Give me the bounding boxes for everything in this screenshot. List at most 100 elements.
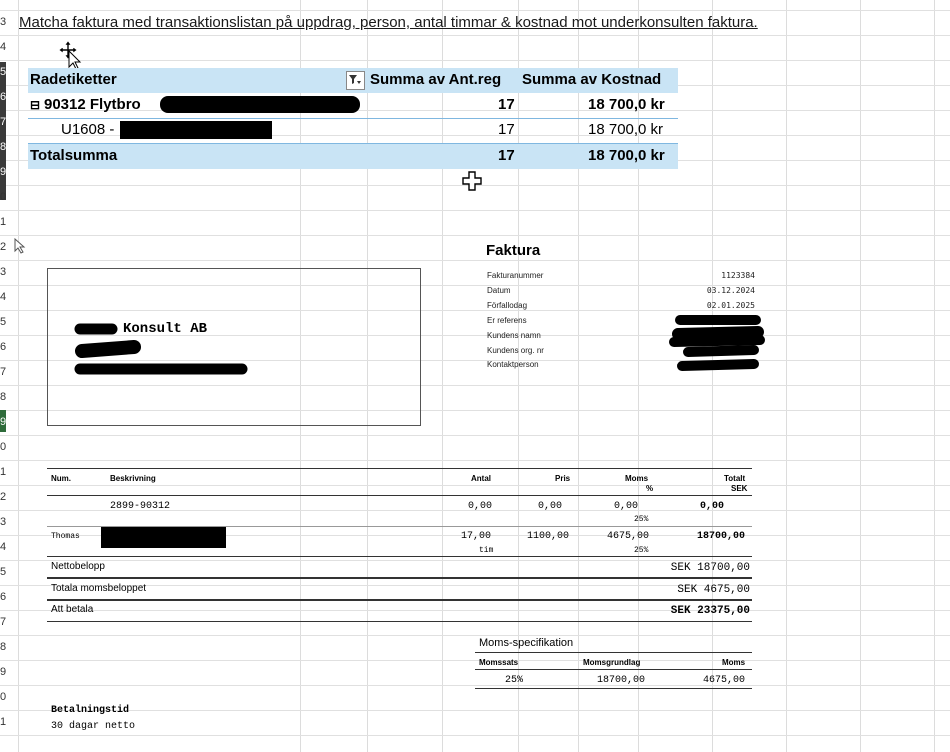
pivot-group-hours: 17: [498, 96, 515, 113]
row-number[interactable]: 1: [0, 710, 14, 735]
row-number[interactable]: 5: [0, 310, 14, 335]
table-rule: [47, 621, 752, 622]
row-number[interactable]: 0: [0, 685, 14, 710]
line-vat: 4675,00: [607, 531, 650, 542]
col-qty: Antal: [471, 474, 491, 483]
line-unit: tim: [479, 546, 494, 555]
row-number[interactable]: 8: [0, 385, 14, 410]
row-number[interactable]: 0: [0, 185, 14, 210]
filter-dropdown-icon[interactable]: [346, 71, 365, 90]
meta-label: Kontaktperson: [487, 360, 539, 369]
redaction: [669, 315, 765, 371]
row-number[interactable]: 6: [0, 335, 14, 360]
payment-terms: 30 dagar netto: [51, 721, 136, 732]
line-desc: 2899-90312: [110, 501, 171, 512]
pivot-total-hours: 17: [498, 147, 515, 164]
meta-label: Datum: [487, 286, 511, 295]
table-rule: [475, 652, 752, 653]
meta-value: 03.12.2024: [706, 286, 755, 295]
pivot-header-sum-cost[interactable]: Summa av Kostnad: [522, 71, 661, 88]
vat-spec-col-base: Momsgrundlag: [583, 658, 641, 667]
row-number[interactable]: 9: [0, 410, 14, 435]
row-number[interactable]: 2: [0, 485, 14, 510]
table-rule: [47, 556, 752, 557]
vat-spec-base: 18700,00: [597, 675, 646, 686]
line-price: 0,00: [538, 501, 563, 512]
pointer-cursor-icon: [14, 238, 26, 254]
col-total-currency: SEK: [731, 484, 748, 493]
meta-label: Förfallodag: [487, 301, 528, 310]
row-number[interactable]: 9: [0, 160, 14, 185]
redaction: [120, 121, 272, 139]
row-number[interactable]: 7: [0, 610, 14, 635]
row-number[interactable]: 6: [0, 585, 14, 610]
line-vat-rate: 25%: [634, 515, 649, 524]
vat-spec-rate: 25%: [505, 675, 524, 686]
meta-label: Kundens org. nr: [487, 346, 544, 355]
cell-select-cursor-icon: [462, 171, 482, 191]
row-number[interactable]: 4: [0, 535, 14, 560]
pivot-item-hours: 17: [498, 121, 515, 138]
row-number[interactable]: 8: [0, 635, 14, 660]
row-number[interactable]: 1: [0, 460, 14, 485]
pivot-header-row: Radetiketter Summa av Ant.reg Summa av K…: [28, 68, 678, 93]
address-box: Konsult AB: [47, 268, 421, 426]
summary-value: SEK 4675,00: [677, 584, 750, 596]
row-headers: 3 4 5 6 7 8 9 0 1 2 3 4 5 6 7 8 9 0 1 2 …: [0, 0, 14, 752]
row-number[interactable]: 6: [0, 85, 14, 110]
col-vat: Moms: [625, 474, 649, 483]
collapse-icon[interactable]: ⊟: [30, 98, 40, 112]
row-number[interactable]: 1: [0, 210, 14, 235]
col-total: Totalt: [724, 474, 746, 483]
row-number[interactable]: 0: [0, 435, 14, 460]
row-number[interactable]: 7: [0, 360, 14, 385]
line-qty: 0,00: [468, 501, 493, 512]
pivot-total-row[interactable]: Totalsumma 17 18 700,0 kr: [28, 143, 678, 169]
pivot-header-sum-hours[interactable]: Summa av Ant.reg: [370, 71, 501, 88]
row-number[interactable]: 5: [0, 560, 14, 585]
pivot-item-label: U1608 -: [61, 121, 115, 138]
pivot-item-row[interactable]: U1608 - 17 18 700,0 kr: [28, 118, 678, 143]
sender-name: Konsult AB: [123, 321, 208, 337]
row-number[interactable]: 8: [0, 135, 14, 160]
meta-label: Er referens: [487, 316, 527, 325]
col-num: Num.: [51, 474, 71, 483]
row-number[interactable]: 7: [0, 110, 14, 135]
row-number[interactable]: 5: [0, 60, 14, 85]
summary-total-value: SEK 23375,00: [670, 605, 750, 617]
sheet-heading[interactable]: Matcha faktura med transaktionslistan på…: [19, 14, 758, 31]
line-vat-rate: 25%: [634, 546, 649, 555]
summary-label: Att betala: [51, 604, 94, 615]
pivot-total-cost: 18 700,0 kr: [588, 147, 665, 164]
pivot-group-cost: 18 700,0 kr: [588, 96, 665, 113]
row-number[interactable]: 3: [0, 10, 14, 35]
table-rule: [47, 599, 752, 601]
table-rule: [47, 577, 752, 579]
vat-spec-title: Moms-specifikation: [479, 637, 574, 649]
invoice-title: Faktura: [486, 242, 541, 259]
row-number[interactable]: 2: [0, 235, 14, 260]
row-number[interactable]: 3: [0, 260, 14, 285]
row-number[interactable]: 3: [0, 510, 14, 535]
row-number[interactable]: 4: [0, 285, 14, 310]
line-total: 18700,00: [697, 531, 746, 542]
payment-title: Betalningstid: [51, 705, 130, 716]
vat-spec-col-rate: Momssats: [479, 658, 519, 667]
pivot-group-label: 90312 Flytbro: [44, 96, 141, 113]
pivot-group-row[interactable]: ⊟ 90312 Flytbro 17 18 700,0 kr: [28, 93, 678, 119]
line-total: 0,00: [700, 501, 725, 512]
line-qty: 17,00: [461, 531, 492, 542]
meta-label: Fakturanummer: [487, 271, 544, 280]
summary-label: Totala momsbeloppet: [51, 583, 147, 594]
meta-label: Kundens namn: [487, 331, 541, 340]
row-number[interactable]: 4: [0, 35, 14, 60]
col-desc: Beskrivning: [110, 474, 156, 483]
summary-value: SEK 18700,00: [670, 562, 750, 574]
pivot-header-row-labels[interactable]: Radetiketter: [30, 71, 117, 88]
row-number[interactable]: 9: [0, 660, 14, 685]
summary-label: Nettobelopp: [51, 561, 105, 572]
table-rule: [475, 669, 752, 670]
pivot-total-label: Totalsumma: [30, 147, 118, 164]
meta-value: 1123384: [721, 271, 755, 280]
pivot-item-cost: 18 700,0 kr: [588, 121, 664, 138]
